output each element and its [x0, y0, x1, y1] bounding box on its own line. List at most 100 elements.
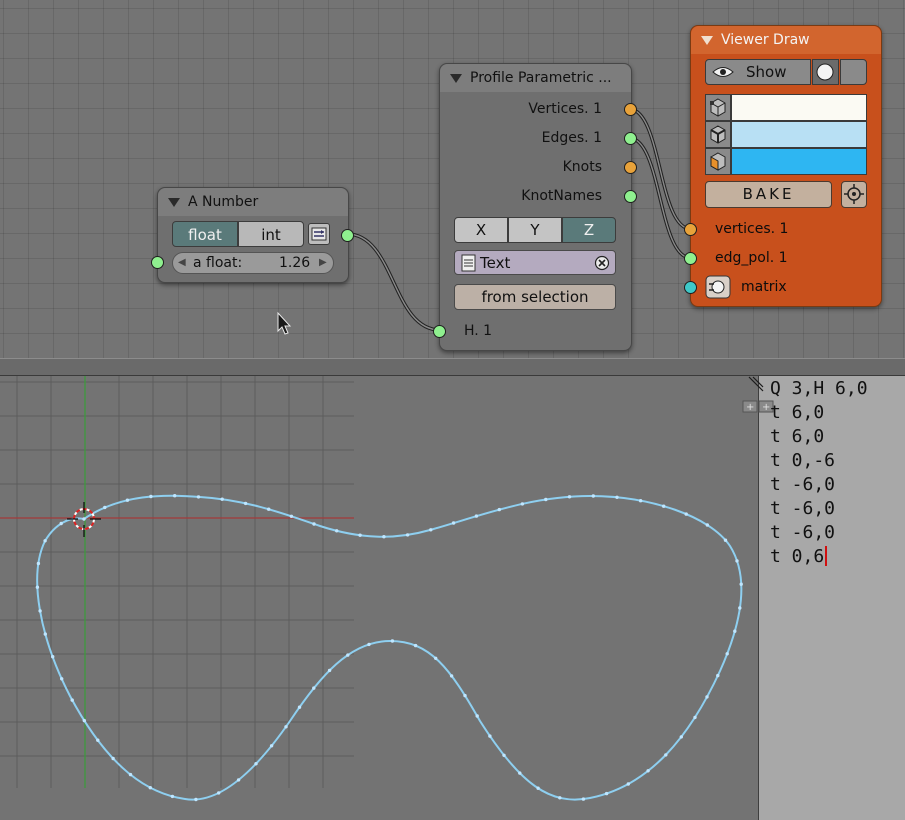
mode-float-button[interactable]: float	[172, 221, 238, 247]
show-toggle-button[interactable]: Show	[705, 59, 811, 85]
curve-vertex	[638, 499, 643, 503]
socket-h-input[interactable]	[433, 325, 446, 338]
input-label-edgpol: edg_pol. 1	[715, 250, 788, 266]
script-line[interactable]: t 6,0	[770, 425, 868, 449]
float-value-field[interactable]: ◀ a float: 1.26 ▶	[172, 252, 334, 274]
text-document-icon	[461, 254, 476, 272]
flat-toggle-button[interactable]	[840, 59, 867, 85]
curve-vertex	[518, 771, 522, 775]
input-label-matrix: matrix	[741, 279, 787, 295]
curve-vertex	[474, 514, 479, 518]
curve-vertex	[591, 494, 595, 498]
axis-z-button[interactable]: Z	[562, 217, 616, 243]
viewport-grid	[0, 376, 354, 788]
curve-vertex	[693, 715, 697, 720]
edge-cube-icon	[705, 121, 731, 148]
curve-vertex	[335, 529, 339, 533]
curve-vertex	[327, 668, 332, 673]
edge-color-row[interactable]	[705, 121, 867, 148]
bake-button[interactable]: BAKE	[705, 181, 832, 208]
axis-x-button[interactable]: X	[454, 217, 508, 243]
script-line[interactable]: t -6,0	[770, 521, 868, 545]
socket-vertices-input[interactable]	[684, 223, 697, 236]
decrement-arrow-icon[interactable]: ◀	[178, 253, 186, 273]
node-viewer-draw[interactable]: Viewer Draw Show BAKE vertices. 1 edg_po…	[684, 25, 882, 307]
curve-vertex	[43, 632, 47, 636]
socket-matrix-input[interactable]	[684, 281, 697, 294]
plug-icon[interactable]	[705, 275, 731, 299]
number-options-button[interactable]	[308, 223, 330, 245]
script-lines[interactable]: Q 3,H 6,0 t 6,0 t 6,0 t 0,-6 t -6,0 t -6…	[770, 377, 868, 569]
socket-knots-output[interactable]	[624, 161, 637, 174]
clear-x-icon[interactable]	[594, 255, 610, 271]
curve-vertex	[679, 735, 683, 739]
from-selection-button[interactable]: from selection	[454, 284, 616, 310]
socket-number-output[interactable]	[341, 229, 354, 242]
3d-viewport[interactable]	[0, 376, 758, 820]
node-profile-parametric[interactable]: Profile Parametric ... Vertices. 1 Edges…	[433, 63, 637, 351]
curve-vertex	[170, 794, 175, 799]
axis-y-button[interactable]: Y	[508, 217, 562, 243]
area-splitter[interactable]	[0, 358, 905, 376]
curve-vertex	[217, 791, 221, 795]
vertex-color-row[interactable]	[705, 94, 867, 121]
curve-vertex	[664, 753, 668, 757]
socket-edgpol-input[interactable]	[684, 252, 697, 265]
curve-vertex	[626, 782, 630, 786]
collapse-triangle-icon[interactable]	[701, 36, 713, 45]
curve-vertex	[194, 797, 198, 802]
script-line[interactable]: t 0,-6	[770, 449, 868, 473]
curve-vertex	[254, 762, 258, 766]
curve-vertex	[196, 495, 201, 499]
curve-vertex	[646, 769, 650, 773]
edge-color-swatch[interactable]	[731, 121, 867, 148]
curve-vertex	[723, 538, 728, 542]
script-line[interactable]: Q 3,H 6,0	[770, 377, 868, 401]
mode-int-button[interactable]: int	[238, 221, 304, 247]
eye-icon	[712, 67, 734, 77]
face-color-row[interactable]	[705, 148, 867, 175]
curve-vertex	[59, 521, 63, 526]
socket-vertices-output[interactable]	[624, 103, 637, 116]
node-viewer-header[interactable]: Viewer Draw	[691, 26, 881, 54]
profile-curve	[36, 494, 743, 801]
script-line[interactable]: t -6,0	[770, 473, 868, 497]
node-a-number-header[interactable]: A Number	[158, 188, 348, 216]
script-line-last[interactable]: t 0,6	[770, 546, 824, 567]
increment-arrow-icon[interactable]: ▶	[319, 253, 327, 273]
script-line[interactable]: t -6,0	[770, 497, 868, 521]
curve-vertex	[733, 629, 737, 633]
curve-vertex	[103, 505, 107, 510]
bake-options-button[interactable]	[841, 181, 867, 208]
curve-vertex	[581, 797, 586, 801]
curve-vertex	[544, 497, 548, 502]
curve-vertex	[38, 609, 42, 613]
node-a-number[interactable]: A Number float int ◀ a float: 1.26 ▶	[151, 187, 354, 283]
curve-vertex	[705, 695, 709, 699]
curve-vertex	[346, 653, 350, 657]
curve-vertices	[35, 494, 743, 802]
socket-knotnames-output[interactable]	[624, 190, 637, 203]
face-color-swatch[interactable]	[731, 148, 867, 175]
curve-vertex	[297, 705, 302, 709]
node-editor[interactable]: A Number float int ◀ a float: 1.26 ▶ Pro…	[0, 0, 905, 358]
node-profile-header[interactable]: Profile Parametric ...	[440, 64, 631, 92]
script-line[interactable]: t 6,0	[770, 401, 868, 425]
socket-number-input[interactable]	[151, 256, 164, 269]
smooth-toggle-button[interactable]	[812, 59, 839, 85]
collapse-triangle-icon[interactable]	[450, 74, 462, 83]
curve-vertex	[725, 652, 729, 656]
script-line[interactable]: t 0,6	[770, 545, 868, 569]
vertex-color-swatch[interactable]	[731, 94, 867, 121]
collapse-triangle-icon[interactable]	[168, 198, 180, 207]
crosshair-icon	[844, 184, 864, 204]
text-block-name: Text	[480, 254, 511, 272]
curve-vertex	[738, 606, 742, 610]
curve-vertex	[735, 559, 739, 563]
corner-handle-icon[interactable]	[743, 376, 765, 400]
text-block-selector[interactable]: Text	[454, 250, 616, 275]
socket-edges-output[interactable]	[624, 132, 637, 145]
text-editor[interactable]: + + Q 3,H 6,0 t 6,0 t 6,0 t 0,-6 t -6,0 …	[742, 376, 905, 820]
curve-vertex	[236, 778, 241, 782]
float-field-label: a float:	[193, 255, 243, 271]
